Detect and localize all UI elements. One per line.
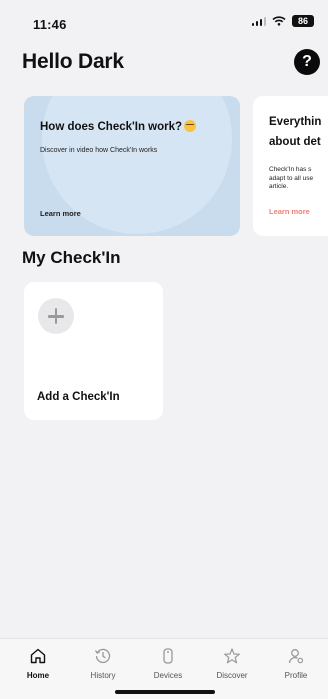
tab-devices-label: Devices [153, 671, 183, 680]
tab-history[interactable]: History [73, 645, 133, 685]
star-icon [221, 645, 243, 667]
video-card[interactable]: How does Check'In work? Discover in vide… [24, 96, 240, 236]
video-card-description: Discover in video how Check'In works [40, 147, 158, 154]
info-carousel[interactable]: How does Check'In work? Discover in vide… [0, 96, 328, 238]
history-icon [92, 645, 114, 667]
article-card-description: Check'In has s adapt to all use article. [269, 166, 314, 190]
tab-history-label: History [90, 671, 116, 680]
status-icons: 86 [251, 15, 314, 27]
wifi-icon [272, 16, 286, 26]
tab-devices[interactable]: Devices [138, 645, 198, 685]
article-card[interactable]: Everythin about det Check'In has s adapt… [253, 96, 328, 236]
status-time: 11:46 [33, 17, 67, 32]
device-icon [157, 645, 179, 667]
nerd-face-icon [184, 120, 197, 132]
tab-profile-label: Profile [284, 671, 308, 680]
video-card-title: How does Check'In work? [40, 120, 197, 133]
home-icon [27, 645, 49, 667]
add-checkin-label: Add a Check'In [37, 391, 120, 403]
plus-icon [38, 298, 74, 334]
battery-icon: 86 [292, 15, 314, 27]
article-card-title: Everythin about det [269, 116, 322, 148]
page-title: Hello Dark [22, 50, 124, 73]
tab-home[interactable]: Home [8, 645, 68, 685]
help-button[interactable]: ? [294, 49, 320, 75]
add-checkin-card[interactable]: Add a Check'In [24, 282, 163, 420]
home-indicator [115, 690, 215, 694]
tab-discover-label: Discover [216, 671, 248, 680]
profile-icon [285, 645, 307, 667]
section-title: My Check'In [22, 248, 121, 267]
tab-profile[interactable]: Profile [266, 645, 326, 685]
signal-icon [251, 16, 266, 26]
tab-home-label: Home [26, 671, 50, 680]
status-bar: 11:46 86 [0, 0, 328, 40]
tab-discover[interactable]: Discover [202, 645, 262, 685]
article-card-learn-more-link[interactable]: Learn more [269, 207, 310, 216]
video-card-learn-more-link[interactable]: Learn more [40, 209, 81, 218]
